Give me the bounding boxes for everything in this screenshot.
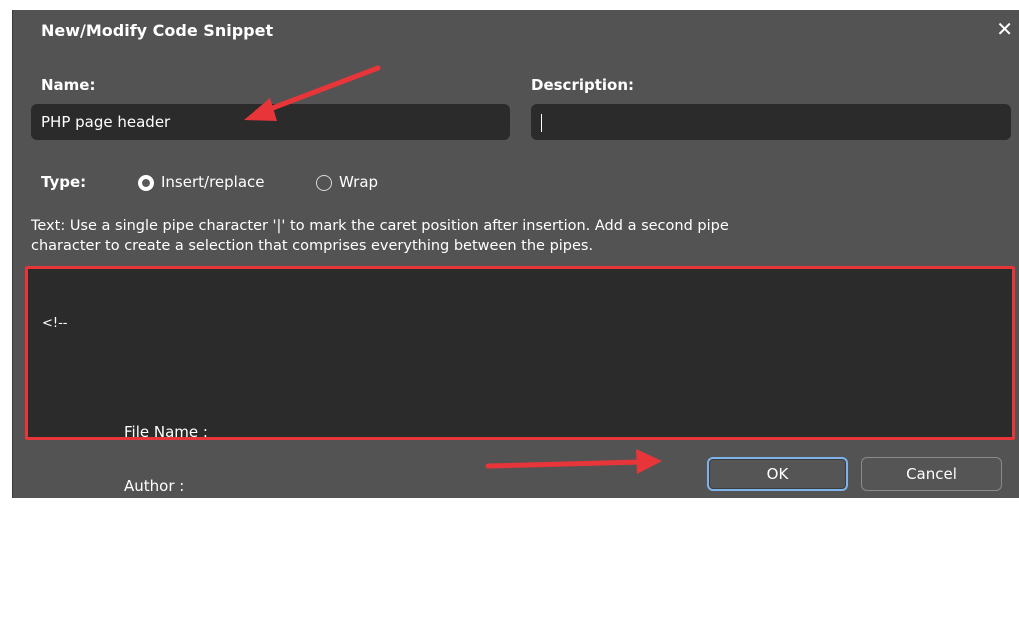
type-label: Type: xyxy=(41,173,87,191)
ok-button[interactable]: OK xyxy=(707,457,848,491)
cancel-button[interactable]: Cancel xyxy=(861,457,1002,491)
code-line: <!-- xyxy=(42,316,68,331)
insert-replace-radio[interactable] xyxy=(138,175,154,191)
wrap-label[interactable]: Wrap xyxy=(339,173,378,191)
description-input[interactable] xyxy=(531,104,1011,140)
name-label: Name: xyxy=(41,76,96,94)
close-icon[interactable]: ✕ xyxy=(996,19,1013,39)
name-input[interactable]: PHP page header xyxy=(31,104,510,140)
dialog-title: New/Modify Code Snippet xyxy=(41,21,274,40)
snippet-code: <!-- File Name : Author : Created : Modi… xyxy=(42,279,208,639)
code-line: Modified : xyxy=(124,585,198,603)
code-line: File Name : xyxy=(124,423,208,441)
description-label: Description: xyxy=(531,76,635,94)
code-line: Created : xyxy=(124,531,194,549)
snippet-text-editor[interactable]: <!-- File Name : Author : Created : Modi… xyxy=(25,266,1015,603)
wrap-radio[interactable] xyxy=(316,175,332,191)
help-text: Text: Use a single pipe character '|' to… xyxy=(31,216,1011,256)
name-input-value: PHP page header xyxy=(41,113,171,131)
code-snippet-dialog: New/Modify Code Snippet ✕ Name: PHP page… xyxy=(12,10,1019,603)
title-bar: New/Modify Code Snippet ✕ xyxy=(13,10,1019,54)
text-caret xyxy=(541,113,542,132)
help-text-line-2: character to create a selection that com… xyxy=(31,238,594,254)
help-text-line-1: Text: Use a single pipe character '|' to… xyxy=(31,218,729,234)
insert-replace-label[interactable]: Insert/replace xyxy=(161,173,265,191)
code-line: Author : xyxy=(124,477,185,495)
